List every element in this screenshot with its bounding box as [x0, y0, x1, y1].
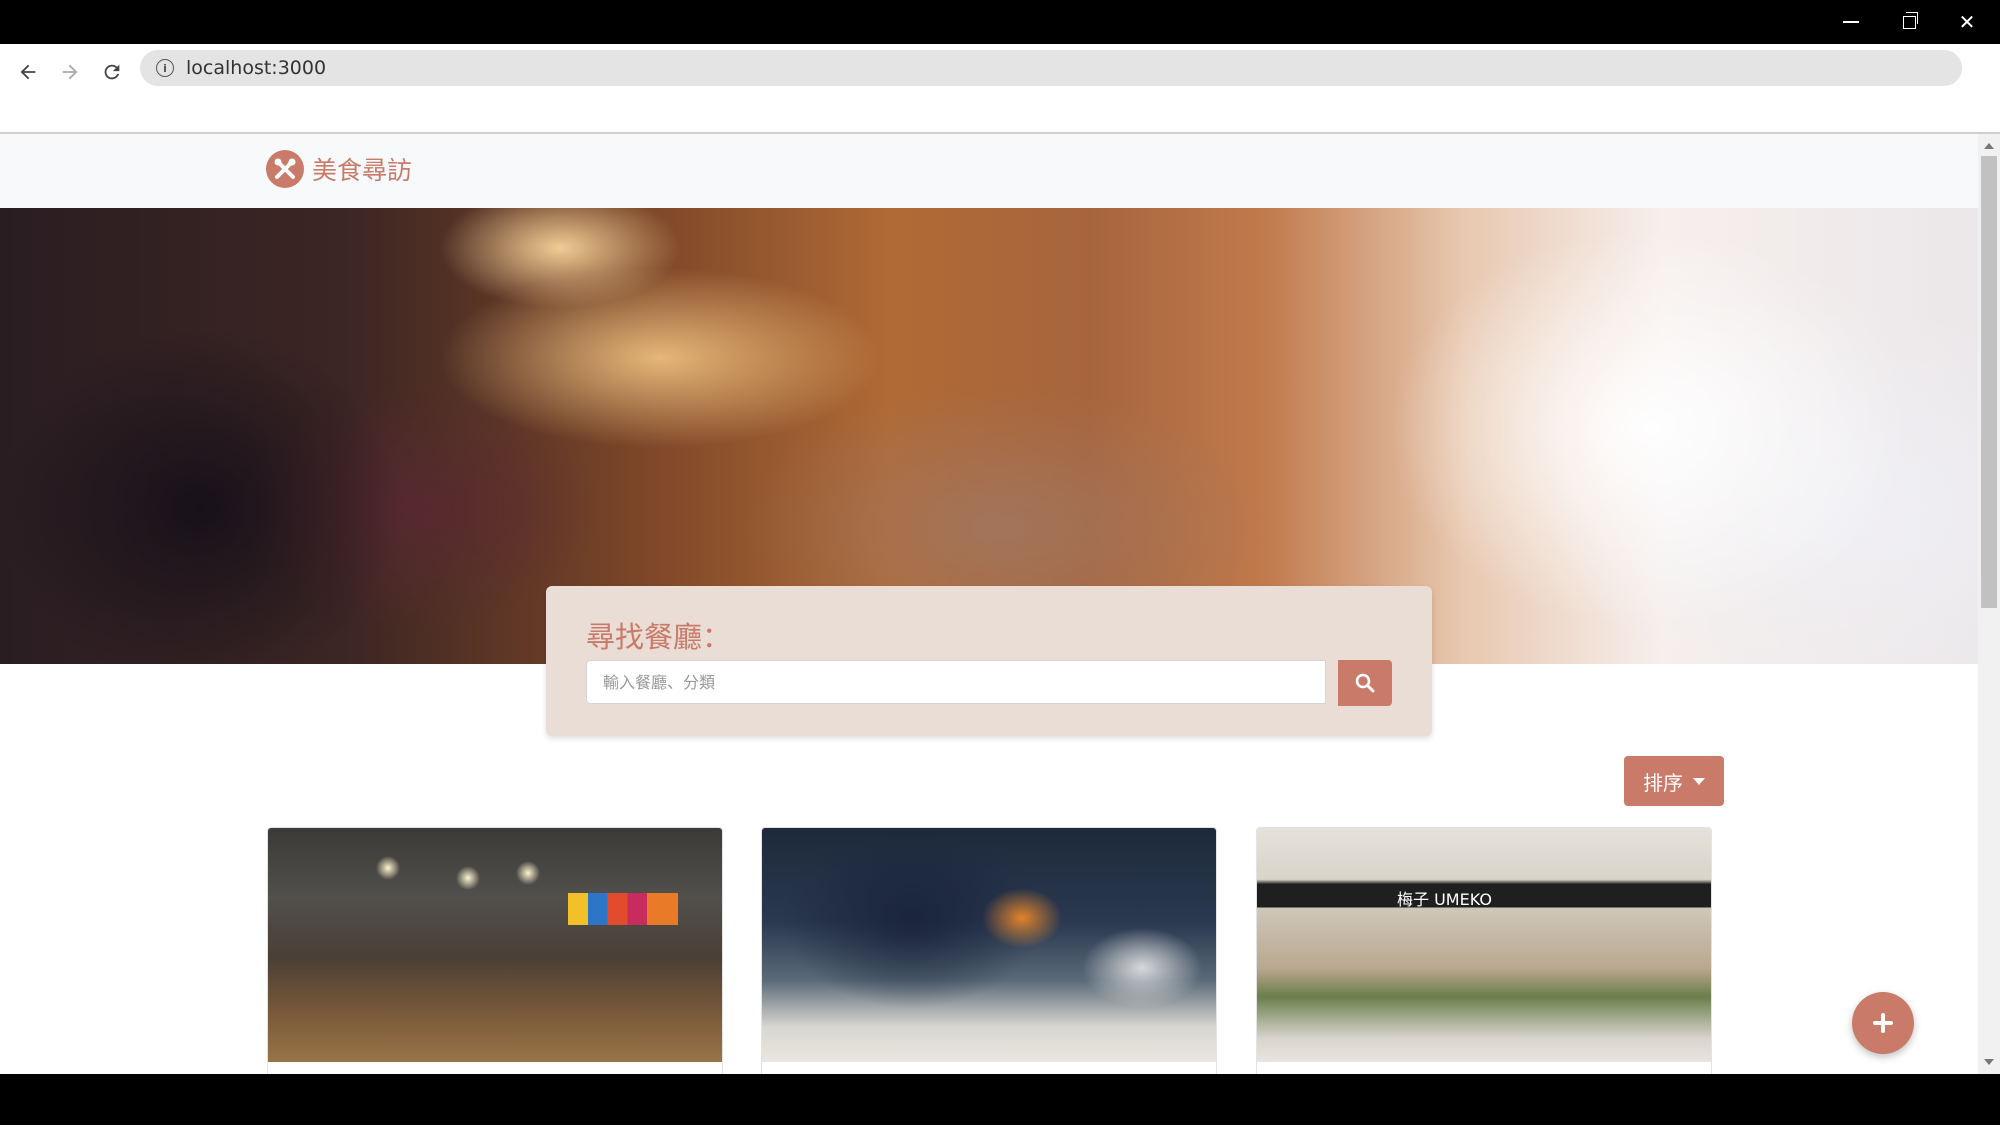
restore-icon — [1902, 11, 1918, 29]
page-viewport: 美食尋訪 尋找餐廳： 排序 — [0, 134, 1978, 1074]
minimize-button[interactable] — [1822, 0, 1880, 44]
browser-toolbar: i localhost:3000 — [0, 44, 2000, 134]
reload-icon — [104, 64, 120, 80]
search-input[interactable] — [586, 660, 1326, 704]
url-text: localhost:3000 — [186, 57, 327, 79]
scrollbar-thumb[interactable] — [1981, 156, 1997, 608]
sort-dropdown-button[interactable]: 排序 — [1624, 756, 1724, 806]
forward-arrow-icon — [62, 64, 78, 80]
close-button[interactable]: ✕ — [1938, 0, 1996, 44]
caret-down-icon — [1693, 777, 1705, 785]
brand-name: 美食尋訪 — [312, 156, 413, 185]
search-card: 尋找餐廳： — [546, 586, 1432, 736]
search-title: 尋找餐廳： — [586, 620, 732, 654]
fork-spoon-logo-icon — [266, 150, 304, 188]
search-icon — [1355, 673, 1375, 693]
plus-icon — [1873, 1013, 1893, 1033]
brand-link[interactable]: 美食尋訪 — [266, 150, 412, 188]
close-icon: ✕ — [1958, 10, 1976, 34]
restaurant-image[interactable] — [762, 828, 1216, 1062]
restore-button[interactable] — [1880, 0, 1938, 44]
reload-button[interactable] — [94, 54, 130, 90]
search-button[interactable] — [1338, 660, 1392, 706]
window-titlebar: ✕ — [0, 0, 2000, 44]
minimize-icon — [1843, 21, 1859, 23]
scroll-up-icon[interactable] — [1984, 143, 1994, 149]
restaurant-image[interactable] — [268, 828, 722, 1062]
address-bar[interactable]: i localhost:3000 — [140, 50, 1962, 86]
forward-button[interactable] — [52, 54, 88, 90]
restaurant-card[interactable] — [1256, 827, 1712, 1074]
add-restaurant-button[interactable] — [1852, 992, 1914, 1054]
restaurant-card[interactable] — [267, 827, 723, 1074]
navbar: 美食尋訪 — [0, 134, 1978, 208]
page-scrollbar[interactable] — [1978, 134, 2000, 1074]
scroll-down-icon[interactable] — [1984, 1059, 1994, 1065]
info-icon[interactable]: i — [156, 59, 174, 77]
back-arrow-icon — [20, 64, 36, 80]
back-button[interactable] — [10, 54, 46, 90]
restaurant-card[interactable] — [761, 827, 1217, 1074]
restaurant-image[interactable] — [1257, 828, 1711, 1062]
sort-label: 排序 — [1643, 770, 1683, 795]
